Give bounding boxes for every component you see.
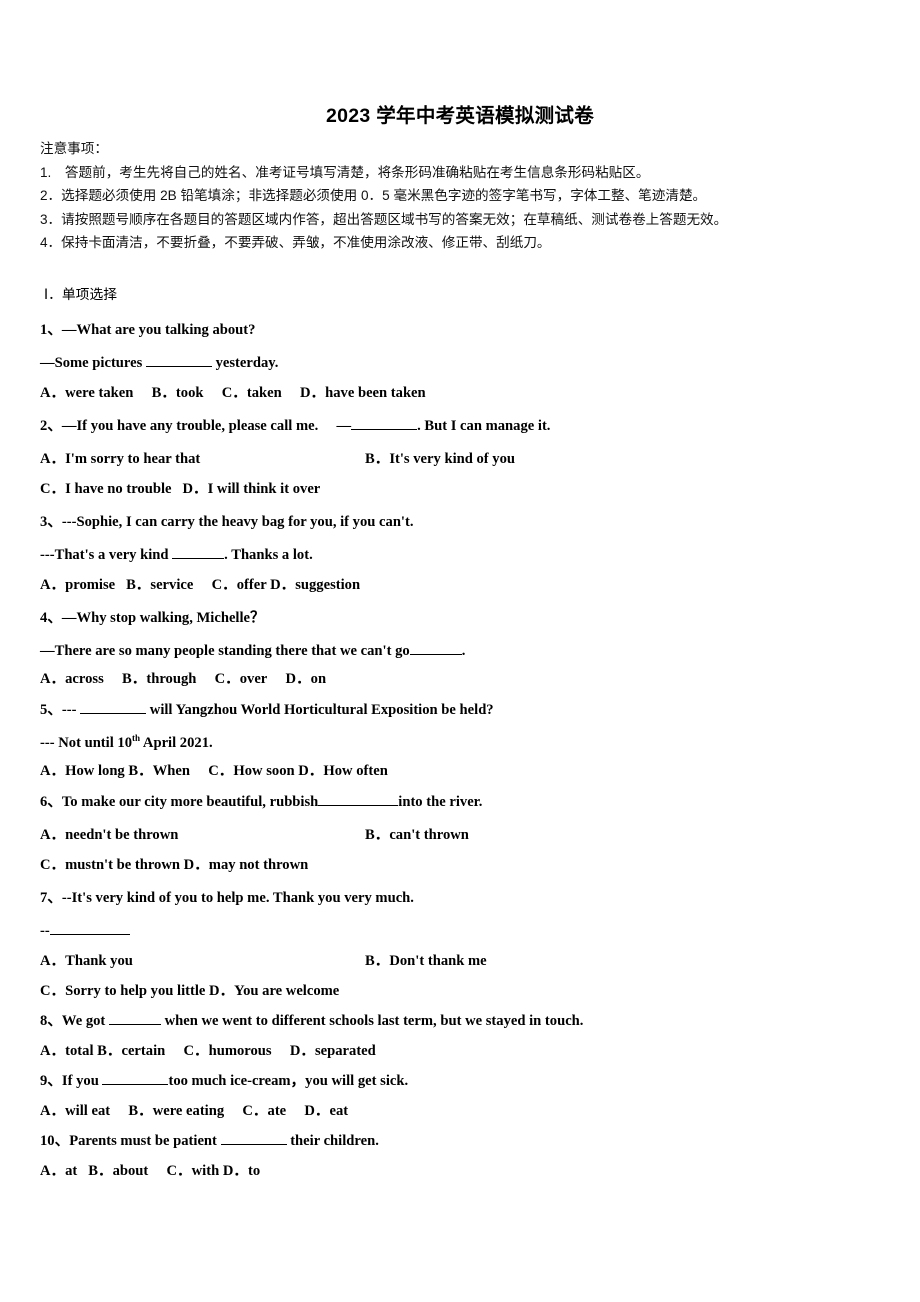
question-3-stem-line-1: 3、---Sophie, I can carry the heavy bag f… [40, 504, 912, 540]
question-10-options[interactable]: A．at B．about C．with D．to [40, 1156, 912, 1186]
question-6-option-b[interactable]: B．can't thrown [365, 827, 469, 843]
question-6-stem: 6、To make our city more beautiful, rubbi… [40, 784, 912, 820]
question-5-stem-pre: --- [61, 702, 81, 718]
question-7-stem-line-2: -- [40, 916, 912, 946]
question-8-number: 8、 [40, 1013, 62, 1029]
page-title: 2023 学年中考英语模拟测试卷 [325, 105, 595, 127]
question-5-answer-line: --- Not until 10th April 2021. [40, 728, 912, 758]
question-1-blank[interactable] [145, 366, 212, 367]
question-7-option-b[interactable]: B．Don't thank me [365, 953, 487, 969]
question-6-options-row-1: A．needn't be thrown B．can't thrown [40, 820, 912, 850]
question-2-option-b[interactable]: B．It's very kind of you [365, 451, 515, 467]
notice-line-4: 4．保持卡面清洁，不要折叠，不要弄破、弄皱，不准使用涂改液、修正带、刮纸刀。 [40, 235, 551, 250]
question-2-blank[interactable] [351, 429, 418, 430]
question-1-stem-line-2: —Some pictures yesterday. [40, 348, 912, 378]
question-2-option-a[interactable]: A．I'm sorry to hear that [40, 444, 365, 474]
question-3-stem-line-2: ---That's a very kind . Thanks a lot. [40, 540, 912, 570]
question-4-blank[interactable] [409, 654, 462, 655]
question-4-stem-b-pre: —There are so many people standing there… [40, 643, 410, 659]
question-4-stem-a: —Why stop walking, Michelle？ [61, 610, 265, 626]
question-7-options-row-2[interactable]: C．Sorry to help you little D．You are wel… [40, 976, 912, 1006]
question-5-options[interactable]: A．How long B．When C．How soon D．How often [40, 758, 912, 784]
question-2-options-row-2[interactable]: C．I have no trouble D．I will think it ov… [40, 474, 912, 504]
question-5-blank[interactable] [80, 713, 147, 714]
question-8-stem-post: when we went to different schools last t… [160, 1013, 584, 1029]
question-2-stem: 2、—If you have any trouble, please call … [40, 408, 912, 444]
question-6-options-row-2[interactable]: C．mustn't be thrown D．may not thrown [40, 850, 912, 880]
question-1-stem-b-pre: —Some pictures [40, 355, 146, 371]
question-10-number: 10、 [40, 1133, 70, 1149]
question-1-stem-b-post: yesterday. [211, 355, 279, 371]
question-5-stem-post: will Yangzhou World Horticultural Exposi… [146, 702, 494, 718]
question-8-options[interactable]: A．total B．certain C．humorous D．separated [40, 1036, 912, 1066]
question-9-number: 9、 [40, 1073, 62, 1089]
question-8-blank[interactable] [108, 1024, 161, 1025]
question-6-blank[interactable] [318, 805, 399, 806]
question-5-number: 5、 [40, 702, 62, 718]
question-3-number: 3、 [40, 514, 62, 530]
question-3-options[interactable]: A．promise B．service C．offer D．suggestion [40, 570, 912, 600]
question-6-option-a[interactable]: A．needn't be thrown [40, 820, 365, 850]
question-10-stem: 10、Parents must be patient their childre… [40, 1126, 912, 1156]
question-5-ordinal-suffix: th [132, 733, 141, 744]
section-heading-single-choice: Ⅰ．单项选择 [44, 287, 118, 302]
question-1-stem-line-1: 1、—What are you talking about? [40, 312, 912, 348]
question-7-option-a[interactable]: A．Thank you [40, 946, 365, 976]
questions-container: 1、—What are you talking about? —Some pic… [40, 312, 912, 1186]
question-9-stem: 9、If you too much ice-cream，you will get… [40, 1066, 912, 1096]
question-4-number: 4、 [40, 610, 62, 626]
question-3-stem-b-post: . Thanks a lot. [224, 547, 313, 563]
question-6-number: 6、 [40, 794, 62, 810]
question-2-stem-pre: —If you have any trouble, please call me… [61, 418, 352, 434]
question-1-stem-a: —What are you talking about? [61, 322, 256, 338]
notice-line-1: 1. 答题前，考生先将自己的姓名、准考证号填写清楚，将条形码准确粘贴在考生信息条… [40, 164, 650, 180]
notice-line-2: 2．选择题必须使用 2B 铅笔填涂；非选择题必须使用 0．5 毫米黑色字迹的签字… [40, 188, 707, 203]
question-9-options[interactable]: A．will eat B．were eating C．ate D．eat [40, 1096, 912, 1126]
question-7-stem-b-pre: -- [40, 923, 50, 939]
question-7-blank[interactable] [49, 934, 130, 935]
question-7-stem-line-1: 7、--It's very kind of you to help me. Th… [40, 880, 912, 916]
notice-heading: 注意事项： [40, 141, 108, 156]
question-2-number: 2、 [40, 418, 62, 434]
exam-paper-page: 2023 学年中考英语模拟测试卷 注意事项： 1. 答题前，考生先将自己的姓名、… [0, 0, 920, 1302]
question-5-stem: 5、--- will Yangzhou World Horticultural … [40, 692, 912, 728]
question-3-stem-a: ---Sophie, I can carry the heavy bag for… [61, 514, 414, 530]
question-8-stem-pre: We got [61, 1013, 109, 1029]
question-7-options-row-1: A．Thank you B．Don't thank me [40, 946, 912, 976]
question-5-answer-pre: --- Not until 10 [40, 735, 133, 751]
question-4-options[interactable]: A．across B．through C．over D．on [40, 666, 912, 692]
question-2-stem-post: . But I can manage it. [417, 418, 551, 434]
question-4-stem-b-post: . [461, 643, 466, 659]
question-6-stem-pre: To make our city more beautiful, rubbish [61, 794, 319, 810]
question-7-stem-a: --It's very kind of you to help me. Than… [61, 890, 414, 906]
question-8-stem: 8、We got when we went to different schoo… [40, 1006, 912, 1036]
question-10-stem-post: their children. [286, 1133, 379, 1149]
question-3-blank[interactable] [172, 558, 225, 559]
question-1-options[interactable]: A．were taken B．took C．taken D．have been … [40, 378, 912, 408]
question-9-stem-pre: If you [61, 1073, 103, 1089]
question-5-answer-post: April 2021. [140, 735, 213, 751]
question-1-number: 1、 [40, 322, 62, 338]
question-6-stem-post: into the river. [398, 794, 483, 810]
question-9-blank[interactable] [102, 1084, 169, 1085]
question-3-stem-b-pre: ---That's a very kind [40, 547, 173, 563]
question-2-options-row-1: A．I'm sorry to hear that B．It's very kind… [40, 444, 912, 474]
notice-line-3: 3．请按照题号顺序在各题目的答题区域内作答，超出答题区域书写的答案无效；在草稿纸… [40, 211, 728, 227]
question-10-stem-pre: Parents must be patient [69, 1133, 221, 1149]
question-4-stem-line-2: —There are so many people standing there… [40, 636, 912, 666]
question-9-stem-post: too much ice-cream，you will get sick. [168, 1073, 409, 1089]
question-4-stem-line-1: 4、—Why stop walking, Michelle？ [40, 600, 912, 636]
question-10-blank[interactable] [220, 1144, 287, 1145]
question-7-number: 7、 [40, 890, 62, 906]
notice-block: 注意事项： 1. 答题前，考生先将自己的姓名、准考证号填写清楚，将条形码准确粘贴… [40, 137, 900, 255]
